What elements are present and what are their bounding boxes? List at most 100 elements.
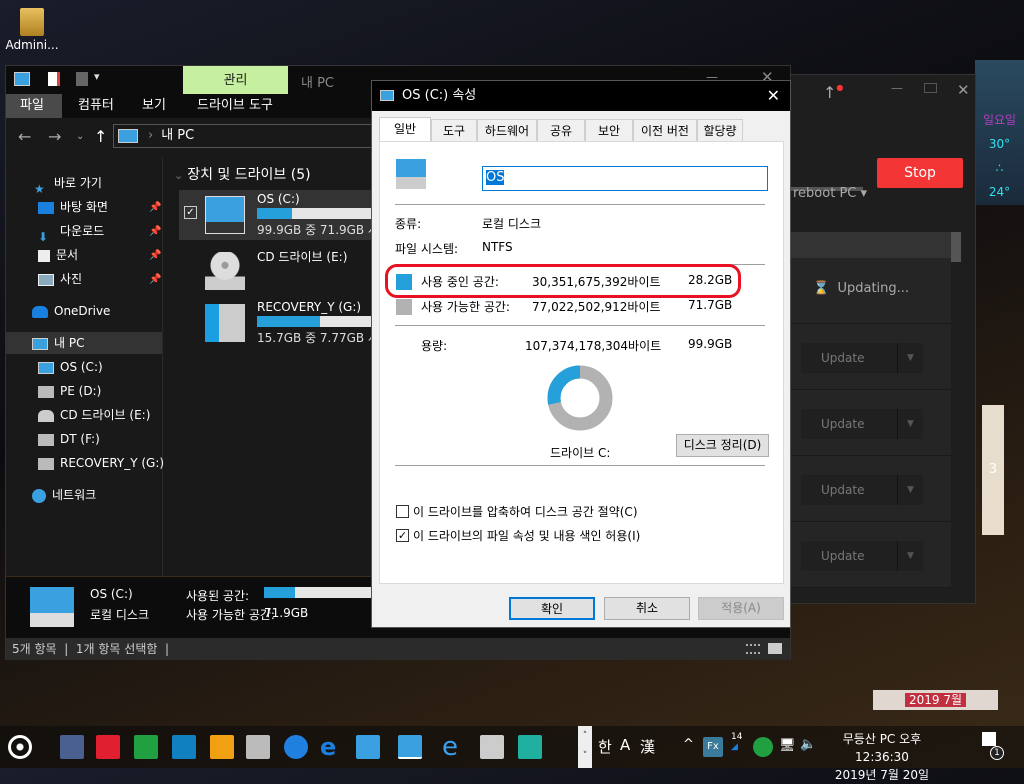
scrollbar-thumb[interactable] <box>951 232 961 262</box>
nav-documents[interactable]: 문서 <box>38 244 78 266</box>
tab-security[interactable]: 보안 <box>585 119 633 141</box>
ime-hangul[interactable]: 한 <box>598 736 612 757</box>
drive-usage-bar <box>257 208 382 219</box>
network-icon[interactable]: 🖥 <box>779 738 796 753</box>
update-button[interactable]: Update ▼ <box>801 541 923 571</box>
upload-icon[interactable]: ↑● <box>823 83 843 102</box>
dropdown-arrow-icon[interactable]: ▼ <box>897 343 923 373</box>
forward-button[interactable]: → <box>48 127 61 146</box>
weather-rain-icon: ∴ <box>995 161 1004 175</box>
manage-tab[interactable]: 관리 <box>183 66 288 94</box>
nav-network[interactable]: 네트워크 <box>32 484 96 506</box>
power-icon[interactable] <box>210 735 234 759</box>
drive-item-e[interactable]: CD 드라이브 (E:) <box>179 246 379 296</box>
nav-drive-d[interactable]: PE (D:) <box>38 380 101 402</box>
update-button[interactable]: Update ▼ <box>801 475 923 505</box>
pin-icon[interactable]: 📌 <box>149 226 161 237</box>
ok-button[interactable]: 확인 <box>509 597 595 620</box>
app-icon[interactable] <box>60 735 84 759</box>
shutdown-icon[interactable] <box>96 735 120 759</box>
tab-computer[interactable]: 컴퓨터 <box>64 94 128 118</box>
nav-drive-g[interactable]: RECOVERY_Y (G:) <box>38 452 164 474</box>
dropdown-arrow-icon[interactable]: ▼ <box>897 409 923 439</box>
ie-icon[interactable]: e <box>442 734 466 760</box>
restart-icon[interactable] <box>134 735 158 759</box>
cancel-button[interactable]: 취소 <box>604 597 690 620</box>
tab-quota[interactable]: 할당량 <box>697 119 743 141</box>
utorrent-icon[interactable] <box>753 737 773 757</box>
update-button[interactable]: Update ▼ <box>801 343 923 373</box>
index-checkbox[interactable]: ✓ <box>396 529 409 542</box>
nav-drive-e[interactable]: CD 드라이브 (E:) <box>38 404 150 426</box>
dropdown-arrow-icon[interactable]: ▼ <box>897 541 923 571</box>
recent-chevron-icon[interactable]: ⌄ <box>76 131 84 142</box>
group-header[interactable]: ⌄ 장치 및 드라이브 (5) <box>174 164 311 184</box>
pin-icon[interactable]: 📌 <box>149 250 161 261</box>
large-icons-view-icon[interactable] <box>768 643 782 654</box>
nav-pictures[interactable]: 사진 <box>38 268 82 290</box>
user-folder-icon <box>20 8 44 36</box>
scroll-arrows[interactable]: ˄ ˅ <box>578 726 592 768</box>
nav-onedrive[interactable]: OneDrive <box>32 300 110 322</box>
monitor-icon[interactable] <box>246 735 270 759</box>
up-button[interactable]: ↑ <box>94 127 107 146</box>
back-button[interactable]: ← <box>18 127 31 146</box>
start-button[interactable] <box>8 735 32 759</box>
nav-drive-c[interactable]: OS (C:) <box>38 356 103 378</box>
close-button[interactable]: ✕ <box>767 81 780 111</box>
tab-hardware[interactable]: 하드웨어 <box>477 119 537 141</box>
computer-icon[interactable] <box>356 735 380 759</box>
tab-previous-versions[interactable]: 이전 버전 <box>633 119 697 141</box>
nav-downloads[interactable]: ⬇ 다운로드 <box>38 220 104 244</box>
explorer-icon[interactable] <box>398 735 422 759</box>
nav-this-pc[interactable]: 내 PC <box>6 332 162 354</box>
tab-drive-tools[interactable]: 드라이브 도구 <box>183 94 287 118</box>
new-folder-icon[interactable] <box>76 72 88 86</box>
disk-cleanup-button[interactable]: 디스크 정리(D) <box>676 434 769 457</box>
signal-tray[interactable]: 14 ◢ <box>731 732 742 752</box>
edge-icon[interactable]: e <box>320 735 344 759</box>
tab-file[interactable]: 파일 <box>6 94 62 118</box>
tab-tools[interactable]: 도구 <box>431 119 477 141</box>
drive-icon[interactable] <box>480 735 504 759</box>
close-button[interactable]: ✕ <box>957 81 970 99</box>
nav-desktop[interactable]: 바탕 화면 <box>38 196 108 218</box>
volume-icon[interactable]: 🔈 <box>800 737 816 752</box>
reboot-dropdown[interactable]: reboot PC ▾ <box>793 186 867 201</box>
notification-button[interactable]: 1 <box>982 732 1004 762</box>
pin-icon[interactable]: 📌 <box>149 202 161 213</box>
compress-checkbox[interactable] <box>396 505 409 518</box>
tab-sharing[interactable]: 공유 <box>537 119 585 141</box>
drive-item-g[interactable]: RECOVERY_Y (G:) 15.7GB 중 7.77GB 사 <box>179 298 382 348</box>
apply-button[interactable]: 적용(A) <box>698 597 784 620</box>
ime-alpha[interactable]: A <box>620 736 630 754</box>
stop-button[interactable]: Stop <box>877 158 963 188</box>
computer-icon <box>32 337 48 350</box>
properties-icon[interactable] <box>48 72 60 86</box>
updater-icon[interactable] <box>518 735 542 759</box>
download-icon: ⬇ <box>38 229 49 244</box>
tool-icon[interactable] <box>284 735 308 759</box>
drive-item-c[interactable]: ✓ OS (C:) 99.9GB 중 71.9GB 사 <box>179 190 382 240</box>
tray-chevron-icon[interactable]: ^ <box>683 737 694 752</box>
desktop-icon-admin[interactable]: Admini... <box>4 8 60 52</box>
minimize-button[interactable]: — <box>891 81 903 95</box>
notification-icon <box>982 732 996 746</box>
tab-view[interactable]: 보기 <box>128 94 180 118</box>
update-button[interactable]: Update ▼ <box>801 409 923 439</box>
customize-qa-chevron-icon[interactable]: ▾ <box>94 70 100 83</box>
nav-quick-access[interactable]: ★ 바로 가기 <box>34 172 102 196</box>
ime-hanja[interactable]: 漢 <box>640 736 655 757</box>
selection-checkbox[interactable]: ✓ <box>184 206 197 219</box>
logoff-icon[interactable] <box>172 735 196 759</box>
tab-general[interactable]: 일반 <box>379 117 431 142</box>
list-row: Update ▼ <box>791 522 951 588</box>
pin-icon[interactable]: 📌 <box>149 274 161 285</box>
maximize-button[interactable] <box>924 83 937 93</box>
fx-tray-icon[interactable]: Fx <box>703 737 723 757</box>
drive-name-input[interactable]: OS <box>482 166 768 191</box>
dropdown-arrow-icon[interactable]: ▼ <box>897 475 923 505</box>
details-view-icon[interactable] <box>746 644 760 654</box>
clock[interactable]: 무등산 PC 오후 12:36:30 2019년 7월 20일 <box>822 730 942 784</box>
nav-drive-f[interactable]: DT (F:) <box>38 428 100 450</box>
